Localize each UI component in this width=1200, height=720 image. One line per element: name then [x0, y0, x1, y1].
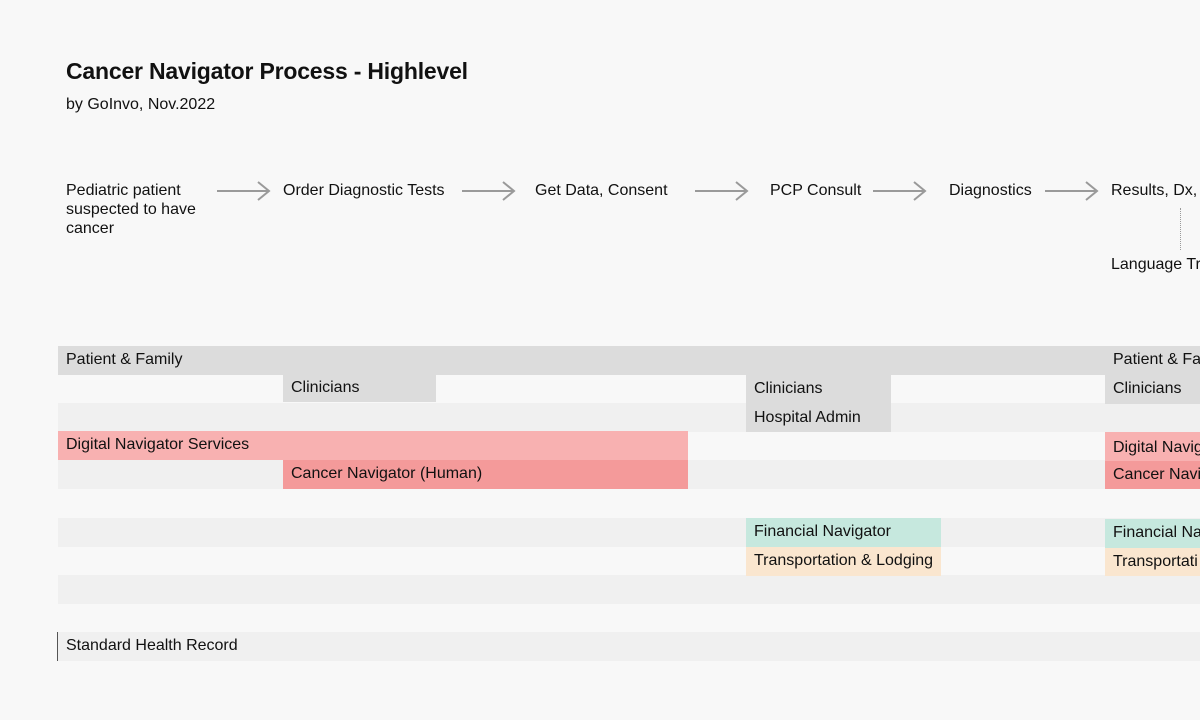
block-hospital-admin: Hospital Admin	[746, 404, 891, 432]
lane-band	[58, 575, 1200, 604]
block-transportation-right: Transportati	[1105, 548, 1200, 576]
page-subtitle: by GoInvo, Nov.2022	[66, 96, 216, 113]
flow-step-2: Order Diagnostic Tests	[283, 182, 445, 199]
block-transportation-lodging: Transportation & Lodging	[746, 547, 941, 576]
lane-band	[58, 518, 1200, 547]
flow-arrow-icon	[695, 181, 749, 201]
lane-label-patient-family: Patient & Family	[66, 351, 183, 368]
lane-label-patient-family-right: Patient & Fa	[1113, 351, 1200, 368]
flow-arrow-icon	[462, 181, 516, 201]
flow-step-6: Results, Dx,	[1111, 182, 1198, 199]
page-title: Cancer Navigator Process - Highlevel	[66, 58, 468, 84]
flow-step-3: Get Data, Consent	[535, 182, 668, 199]
lane-label-health-record: Standard Health Record	[66, 637, 238, 654]
block-cancer-navigator: Cancer Navigator (Human)	[283, 460, 688, 489]
flow-step-4: PCP Consult	[770, 182, 862, 199]
block-digital-navigator-right: Digital Navig	[1105, 432, 1200, 461]
block-clinicians: Clinicians	[283, 374, 436, 402]
flow-step-5: Diagnostics	[949, 182, 1032, 199]
block-clinicians-pcp: Clinicians	[746, 375, 891, 404]
flow-arrow-icon	[873, 181, 927, 201]
flow-step-1: Pediatric patient suspected to have canc…	[66, 182, 196, 237]
block-financial-navigator: Financial Navigator	[746, 518, 941, 547]
block-clinicians-right: Clinicians	[1105, 375, 1200, 404]
flow-arrow-icon	[217, 181, 271, 201]
lane-band	[58, 403, 1200, 432]
dotted-connector	[1180, 208, 1181, 250]
block-cancer-navigator-right: Cancer Navi	[1105, 461, 1200, 489]
block-financial-navigator-right: Financial Na	[1105, 519, 1200, 548]
block-digital-navigator: Digital Navigator Services	[58, 431, 688, 460]
flow-arrow-icon	[1045, 181, 1099, 201]
flow-note: Language Tr	[1111, 256, 1200, 273]
